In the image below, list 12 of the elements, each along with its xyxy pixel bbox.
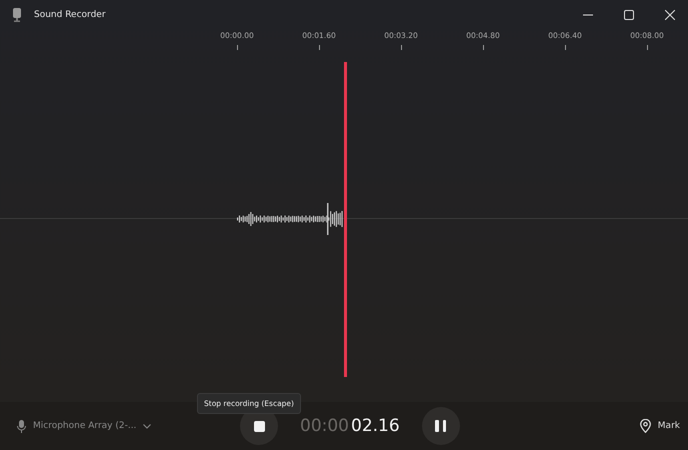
location-pin-icon — [640, 419, 651, 433]
window-title: Sound Recorder — [34, 10, 106, 20]
microphone-app-icon — [12, 8, 22, 22]
pause-button[interactable] — [422, 407, 460, 445]
mark-button[interactable]: Mark — [640, 419, 680, 433]
chevron-down-icon — [143, 424, 152, 428]
microphone-icon — [17, 420, 26, 432]
maximize-icon[interactable] — [624, 10, 634, 20]
timer-leading-digits: 00:00 — [300, 416, 349, 436]
timer-elapsed: 02.16 — [351, 416, 400, 436]
close-icon[interactable] — [665, 10, 675, 20]
microphone-dropdown[interactable]: Microphone Array (2-... — [17, 420, 240, 432]
